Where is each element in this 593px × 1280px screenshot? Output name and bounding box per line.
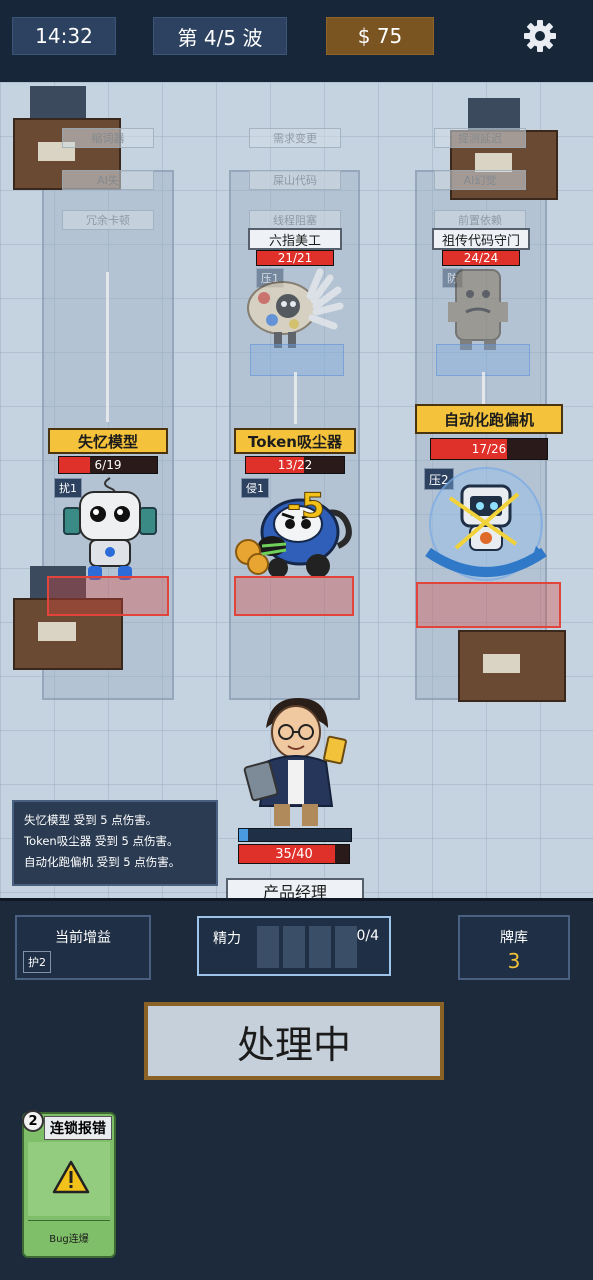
money-display: $ 75 (326, 17, 434, 55)
enemy-nameplate-back-right: 祖传代码守门 (432, 228, 530, 250)
enemy-hp-bar: 13/22 (245, 456, 345, 474)
crate-lid (468, 98, 520, 132)
ghost-tag: 屎山代码 (249, 170, 341, 190)
crate-lid (30, 86, 86, 122)
card-title: 连锁报错 (44, 1116, 112, 1140)
top-bar: 14:32 第 4/5 波 $ 75 (0, 0, 593, 82)
card-art (28, 1142, 110, 1216)
target-zone-left[interactable] (47, 576, 169, 616)
ghost-tag: 线程阻塞 (249, 210, 341, 230)
product-manager-sprite[interactable] (240, 694, 352, 830)
log-line: Token吸尘器 受到 5 点伤害。 (24, 834, 179, 848)
hp-text: 13/22 (277, 458, 313, 472)
log-line: 失忆模型 受到 5 点伤害。 (24, 813, 158, 827)
automation-robot-sprite[interactable] (420, 458, 552, 590)
hp-text: 6/19 (94, 458, 122, 472)
player-hp-bar: 35/40 (238, 844, 350, 864)
energy-slot (309, 926, 331, 968)
enemy-hp-bar: 21/21 (256, 250, 334, 266)
enemy-nameplate-middle: Token吸尘器 (234, 428, 356, 454)
ghost-tag: 冗余卡顿 (62, 210, 154, 230)
battlefield: 缩词器 AI失 冗余卡顿 需求变更 屎山代码 线程阻塞 提测延迟 AI幻觉 前置… (0, 82, 593, 898)
enemy-nameplate-left: 失忆模型 (48, 428, 168, 454)
processing-button[interactable]: 处理中 (144, 1002, 444, 1080)
ghost-tag: AI幻觉 (434, 170, 526, 190)
legacy-code-guardian-sprite[interactable] (446, 266, 512, 352)
damage-popup: -5 (287, 486, 326, 527)
hp-text: 24/24 (463, 251, 499, 265)
hp-text: 21/21 (277, 251, 313, 265)
ghost-tag: 需求变更 (249, 128, 341, 148)
ghost-tag: 提测延迟 (434, 128, 526, 148)
clock-display: 14:32 (12, 17, 116, 55)
energy-slot (335, 926, 357, 968)
buff-badge: 护2 (23, 951, 51, 973)
energy-value: 0/4 (356, 928, 379, 944)
target-zone-right[interactable] (416, 582, 561, 628)
combat-log: 失忆模型 受到 5 点伤害。 Token吸尘器 受到 5 点伤害。 自动化跑偏机… (12, 800, 218, 886)
enemy-nameplate-back-middle: 六指美工 (248, 228, 342, 250)
card-footer: Bug连爆 (49, 1234, 89, 1245)
back-slot-middle[interactable] (250, 344, 344, 376)
palette-monster-sprite[interactable] (244, 266, 344, 352)
wave-counter: 第 4/5 波 (153, 17, 287, 55)
card-cost: 2 (22, 1110, 44, 1132)
buff-title: 当前增益 (55, 930, 111, 946)
warning-icon (52, 1160, 90, 1194)
ghost-tag: 前置依赖 (434, 210, 526, 230)
enemy-hp-bar: 24/24 (442, 250, 520, 266)
player-shield-bar (238, 828, 352, 842)
gear-icon[interactable] (520, 16, 560, 56)
enemy-hp-bar: 17/26 (430, 438, 548, 460)
amnesia-robot-sprite[interactable] (60, 474, 160, 584)
energy-slot (257, 926, 279, 968)
enemy-hp-bar: 6/19 (58, 456, 158, 474)
lane-line (482, 372, 485, 408)
energy-label: 精力 (213, 931, 241, 947)
deck-panel[interactable]: 牌库 3 (458, 915, 570, 980)
buff-panel[interactable]: 当前增益 护2 (15, 915, 151, 980)
crate-bottom-right (458, 630, 566, 702)
shield-fill (239, 829, 248, 841)
ghost-tag: AI失 (62, 170, 154, 190)
energy-panel: 精力 0/4 (197, 916, 391, 976)
ghost-tag: 缩词器 (62, 128, 154, 148)
enemy-nameplate-right: 自动化跑偏机 (415, 404, 563, 434)
hand-card[interactable]: 2 连锁报错 Bug连爆 (22, 1110, 116, 1258)
deck-count: 3 (507, 949, 521, 973)
lane-line (294, 372, 297, 424)
energy-slot (283, 926, 305, 968)
target-zone-middle[interactable] (234, 576, 354, 616)
log-line: 自动化跑偏机 受到 5 点伤害。 (24, 855, 181, 869)
player-nameplate: 产品经理 (226, 878, 364, 898)
hp-text: 35/40 (275, 846, 313, 862)
card-divider (28, 1220, 110, 1221)
lane-line (106, 272, 109, 422)
hp-text: 17/26 (471, 442, 507, 456)
deck-label: 牌库 (500, 930, 528, 946)
